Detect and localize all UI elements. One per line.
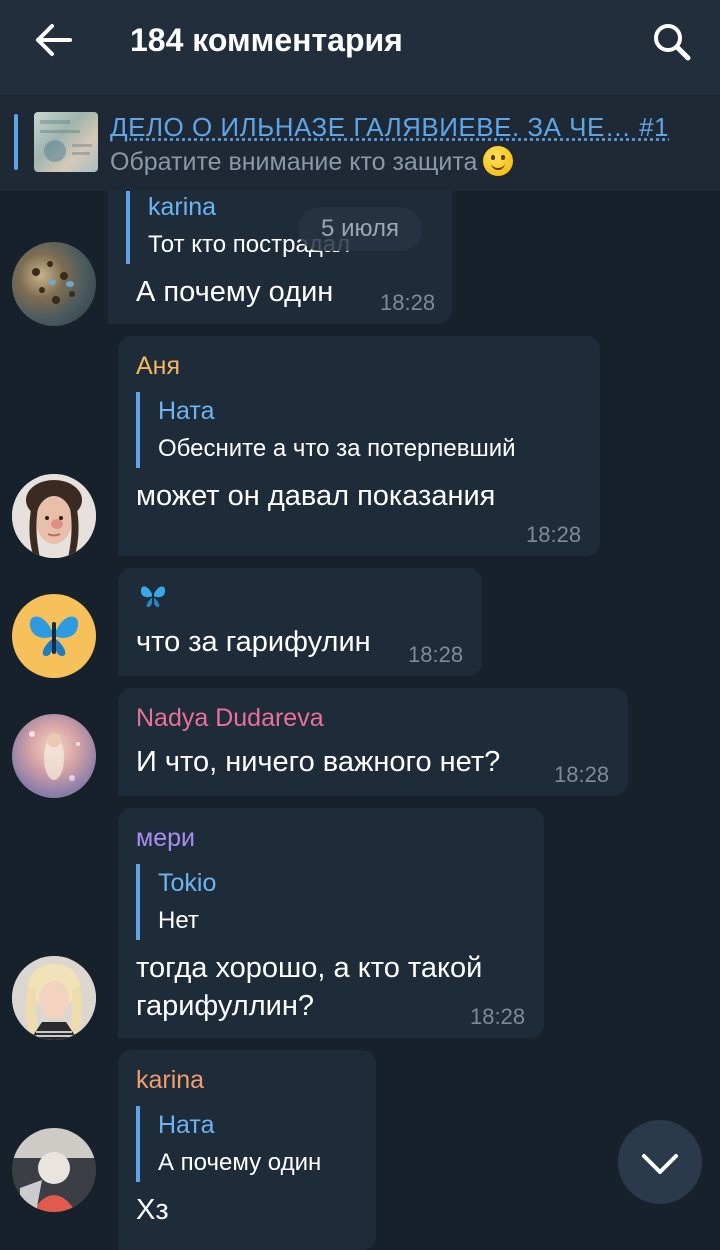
reply-author: Ната	[158, 397, 215, 425]
sender-name[interactable]: мери	[136, 824, 195, 853]
reply-text: А почему один	[158, 1149, 322, 1176]
avatar-girl[interactable]	[12, 474, 96, 558]
message-time: 18:28	[526, 522, 582, 547]
reply-text: Обесните а что за потерпевший	[158, 435, 516, 462]
scroll-down-button[interactable]	[618, 1120, 702, 1204]
message-time: 18:28	[380, 290, 436, 315]
date-chip: 5 июля	[298, 207, 422, 251]
reply-author: Ната	[158, 1111, 215, 1139]
message-bubble[interactable]: что за гарифулин 18:28	[118, 568, 482, 676]
pinned-message[interactable]: ДЕЛО О ИЛЬНАЗЕ ГАЛЯВИЕВЕ. ЗА ЧЕ… #1 Обра…	[0, 95, 720, 191]
pinned-subtitle-text: Обратите внимание кто защита	[110, 148, 478, 176]
reply-text: Нет	[158, 907, 199, 934]
avatar-meri[interactable]	[12, 956, 96, 1040]
sender-name[interactable]: karina	[136, 1066, 204, 1095]
page-title: 184 комментария	[130, 22, 403, 58]
pinned-subtitle: Обратите внимание кто защита	[110, 146, 514, 178]
arrow-left-icon[interactable]	[30, 20, 80, 60]
smile-emoji-icon	[483, 146, 514, 177]
message-time: 18:28	[470, 1004, 526, 1029]
reply-author: Tokio	[158, 869, 217, 897]
butterfly-icon	[138, 582, 168, 615]
message-text-line: гарифуллин?	[136, 990, 314, 1022]
avatar-nadya[interactable]	[12, 714, 96, 798]
sender-name[interactable]: Аня	[136, 352, 180, 381]
message-text: может он давал показания	[136, 480, 496, 512]
chevron-down-icon	[642, 1154, 678, 1174]
message-text: что за гарифулин	[136, 626, 371, 658]
message-text: Хз	[136, 1194, 169, 1226]
pinned-title: ДЕЛО О ИЛЬНАЗЕ ГАЛЯВИЕВЕ. ЗА ЧЕ… #1	[110, 112, 669, 142]
message-bubble[interactable]: Nadya Dudareva И что, ничего важного нет…	[118, 688, 628, 796]
message-text: И что, ничего важного нет?	[136, 746, 501, 778]
search-icon[interactable]	[648, 18, 696, 66]
pinned-indicator	[14, 114, 18, 170]
pinned-thumbnail	[34, 112, 98, 172]
reply-quote[interactable]: Tokio Нет	[136, 864, 216, 940]
message-time: 18:28	[554, 762, 610, 787]
reply-quote[interactable]: Ната А почему один	[136, 1106, 321, 1182]
message-bubble[interactable]: мери Tokio Нет тогда хорошо, а кто такой…	[118, 808, 544, 1038]
message-bubble[interactable]: Аня Ната Обесните а что за потерпевший м…	[118, 336, 600, 556]
app-bar: 184 комментария	[0, 0, 720, 95]
message-bubble[interactable]: karina Ната А почему один Хз	[118, 1050, 376, 1250]
message-time: 18:28	[408, 642, 464, 667]
avatar-karina[interactable]	[12, 1128, 96, 1212]
message-text: А почему один	[136, 276, 334, 308]
avatar-butterfly[interactable]	[12, 594, 96, 678]
sender-name[interactable]: Nadya Dudareva	[136, 704, 324, 733]
avatar-leopard[interactable]	[12, 242, 96, 326]
reply-quote[interactable]: Ната Обесните а что за потерпевший	[136, 392, 516, 468]
